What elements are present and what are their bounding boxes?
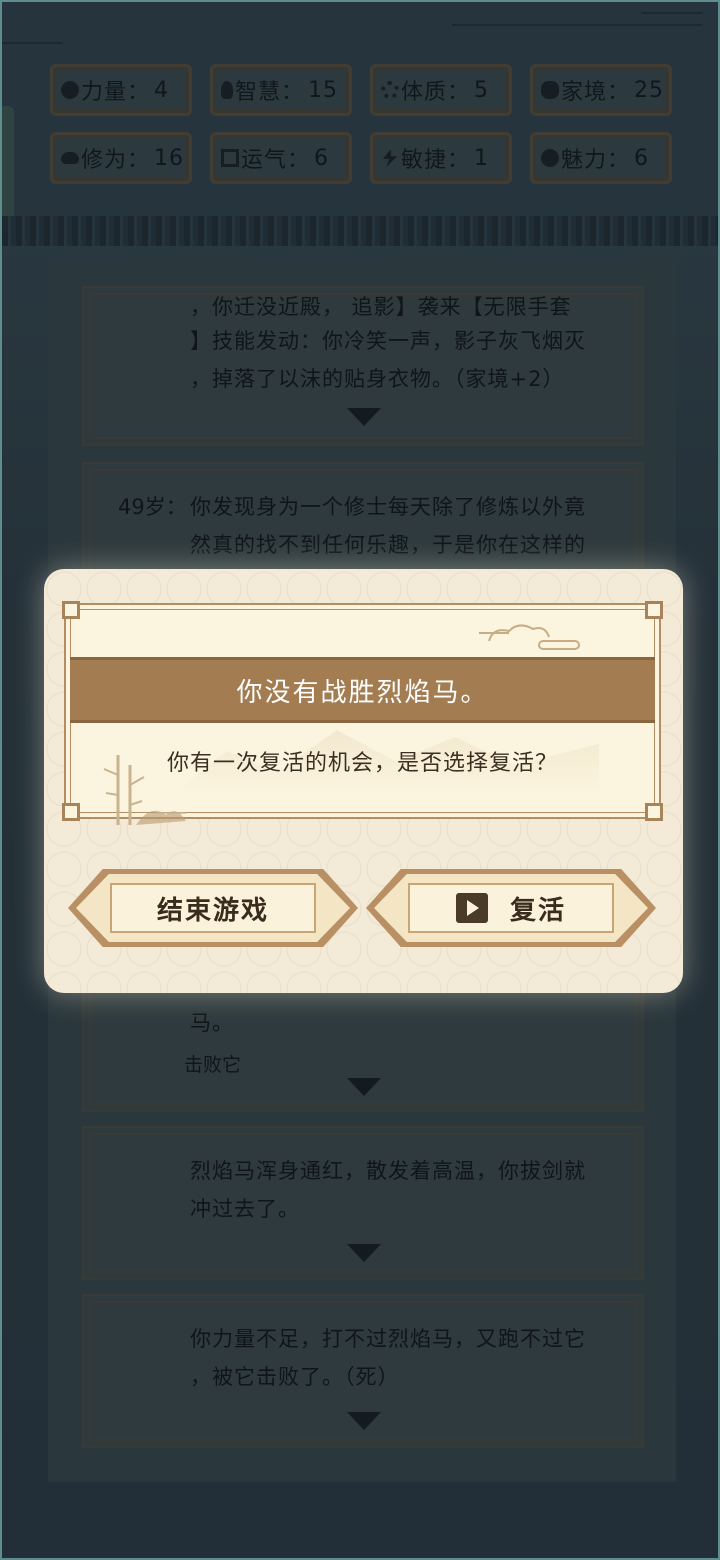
revive-button[interactable]: 复活 [366,869,656,947]
end-game-button[interactable]: 结束游戏 [68,869,358,947]
frame-corner [645,803,663,821]
cloud-icon [479,624,580,650]
dialog-title: 你没有战胜烈焰马。 [70,657,655,723]
frame-corner [62,803,80,821]
dialog-message: 你有一次复活的机会，是否选择复活？ [166,751,558,776]
game-screen: 力量： 4 智慧： 15 体质： 5 家境： 25 修为： 16 运气： 6 敏… [0,0,720,1560]
revive-dialog: 你没有战胜烈焰马。 你有一次复活的机会，是否选择复活？ 结束游戏 复活 [44,569,683,993]
frame-corner [62,601,80,619]
play-video-icon [455,893,488,923]
revive-label: 复活 [509,895,566,926]
revive-label-wrap: 复活 [455,890,566,927]
end-game-label: 结束游戏 [156,895,269,926]
frame-corner [645,601,663,619]
dialog-frame: 你没有战胜烈焰马。 你有一次复活的机会，是否选择复活？ [62,601,663,825]
